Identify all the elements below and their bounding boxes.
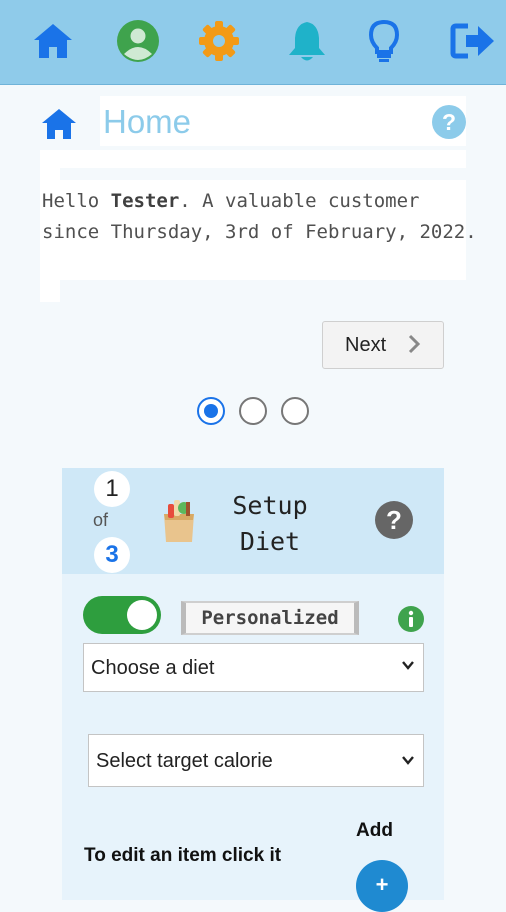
card-title-line-2: Diet: [239, 527, 301, 556]
greeting-backdrop: [40, 150, 466, 168]
next-button[interactable]: Next: [322, 321, 444, 369]
svg-text:?: ?: [386, 505, 402, 535]
pager-dot-1[interactable]: [197, 397, 225, 425]
user-icon[interactable]: [115, 18, 161, 64]
page-title: Home: [103, 103, 192, 140]
toggle-knob: [127, 600, 157, 630]
grocery-bag-icon: [164, 500, 194, 542]
help-icon[interactable]: ?: [374, 500, 414, 540]
diet-select[interactable]: Choose a diet: [83, 643, 424, 692]
add-button[interactable]: +: [356, 860, 408, 912]
help-icon[interactable]: ?: [430, 103, 468, 141]
lightbulb-icon[interactable]: [361, 18, 407, 64]
step-current: 1: [94, 471, 130, 507]
step-of-label: of: [93, 510, 109, 530]
home-icon[interactable]: [30, 18, 76, 64]
step-total: 3: [94, 537, 130, 573]
card-title: Setup Diet: [220, 488, 320, 560]
svg-text:?: ?: [442, 109, 456, 135]
mode-badge: Personalized: [181, 601, 359, 635]
gear-icon[interactable]: [196, 18, 242, 64]
personalized-toggle[interactable]: [83, 596, 161, 634]
add-label: Add: [356, 820, 393, 841]
user-name: Tester: [110, 190, 180, 212]
top-toolbar: [0, 0, 506, 85]
calorie-select[interactable]: Select target calorie: [88, 734, 424, 787]
chevron-right-icon: [408, 334, 421, 354]
logout-icon[interactable]: [450, 18, 496, 64]
edit-hint: To edit an item click it: [84, 845, 282, 866]
chevron-down-icon: [402, 756, 414, 765]
pager-dot-3[interactable]: [281, 397, 309, 425]
chevron-down-icon: [402, 661, 414, 670]
info-icon[interactable]: [398, 606, 424, 632]
card-title-line-1: Setup: [232, 491, 308, 520]
home-icon: [42, 109, 76, 139]
calorie-select-value: Select target calorie: [96, 750, 273, 772]
pager-dot-2[interactable]: [239, 397, 267, 425]
bell-icon[interactable]: [284, 18, 330, 64]
greeting-text: Hello Tester. A valuable customer since …: [42, 186, 482, 248]
diet-select-value: Choose a diet: [91, 657, 215, 679]
next-button-label: Next: [345, 334, 387, 356]
greeting-prefix: Hello: [42, 190, 111, 212]
